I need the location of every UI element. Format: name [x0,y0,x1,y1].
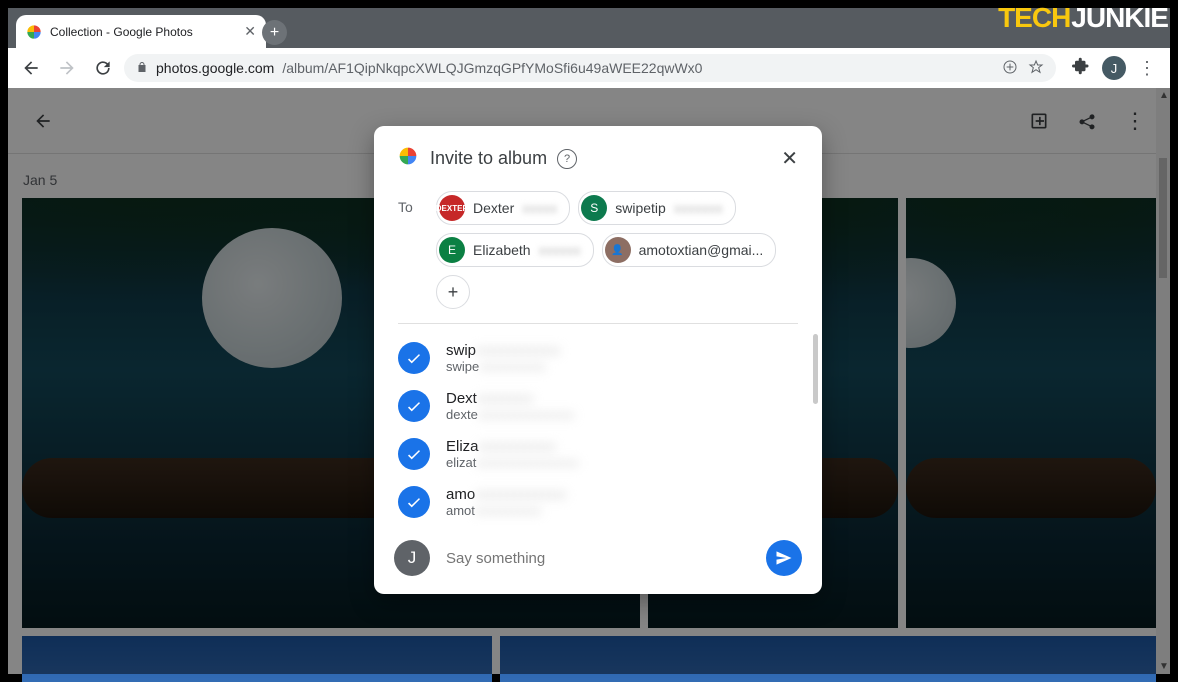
to-label: To [398,191,424,215]
url-path: /album/AF1QipNkqpcXWLQJGmzqGPfYMoSfi6u49… [282,60,702,76]
send-button[interactable] [766,540,802,576]
avatar-icon: S [581,195,607,221]
suggestion-item[interactable]: Dextxxxxxxxx dextexxxxxxxxxxxxxxxx [374,382,822,430]
chip-name: amotoxtian@gmai... [639,242,764,258]
tab-strip: Collection - Google Photos ✕ + [8,8,1170,48]
compose-avatar-initial: J [408,548,417,568]
nav-back-icon[interactable] [16,53,46,83]
browser-toolbar: photos.google.com/album/AF1QipNkqpcXWLQJ… [8,48,1170,89]
suggestion-name: swip [446,342,476,359]
brand-part1: TECH [998,2,1070,34]
suggestion-email: elizat [446,455,476,470]
chip-name: Elizabeth [473,242,531,258]
install-app-icon[interactable] [1002,59,1018,78]
chip-obscured: xxxxx [522,200,557,216]
suggestion-name: Eliza [446,438,479,455]
tab-close-icon[interactable]: ✕ [244,23,256,40]
suggestion-list[interactable]: swipxxxxxxxxxxxx swipexxxxxxxxxxx Dextxx… [374,330,822,526]
profile-avatar[interactable]: J [1102,56,1126,80]
suggestion-item[interactable]: Elizaxxxxxxxxxxx elizatxxxxxxxxxxxxxxxxx [374,430,822,478]
suggestion-email: swipe [446,359,479,374]
modal-header: Invite to album ? ✕ [374,126,822,179]
chip-obscured: xxxxxx [539,242,581,258]
tab-favicon [26,24,42,40]
divider [398,323,798,324]
nav-reload-icon[interactable] [88,53,118,83]
suggestion-email-blur: xxxxxxxxxxx [475,503,541,518]
tab-title: Collection - Google Photos [50,25,244,39]
chip-obscured: xxxxxxx [674,200,723,216]
recipient-chips: DEXTER Dexter xxxxx S swipetip xxxxxxx E… [436,191,798,309]
recipient-chip[interactable]: S swipetip xxxxxxx [578,191,736,225]
chip-name: Dexter [473,200,514,216]
lock-icon [136,61,148,76]
message-input[interactable] [444,549,752,568]
suggestion-email: dexte [446,407,478,422]
close-icon[interactable]: ✕ [781,146,798,171]
avatar-icon: DEXTER [439,195,465,221]
invite-modal: Invite to album ? ✕ To DEXTER Dexter xxx… [374,126,822,594]
avatar-icon: E [439,237,465,263]
recipient-chip[interactable]: E Elizabeth xxxxxx [436,233,594,267]
browser-tab[interactable]: Collection - Google Photos ✕ [16,15,266,48]
suggestion-name-blur: xxxxxxxx [477,390,533,407]
suggestion-email-blur: xxxxxxxxxxx [479,359,545,374]
selected-check-icon [398,438,430,470]
url-origin: photos.google.com [156,60,274,76]
brand-watermark: TECH JUNKIE [998,2,1168,34]
suggestion-email-blur: xxxxxxxxxxxxxxxx [478,407,574,422]
photos-logo-icon [398,146,418,171]
suggestion-scrollbar[interactable] [813,334,818,404]
suggestion-item[interactable]: amoxxxxxxxxxxxxx amotxxxxxxxxxxx [374,478,822,526]
suggestion-name-blur: xxxxxxxxxxx [479,438,556,455]
profile-initial: J [1111,61,1118,76]
nav-forward-icon [52,53,82,83]
modal-title: Invite to album [430,148,547,169]
suggestion-name: Dext [446,390,477,407]
selected-check-icon [398,390,430,422]
recipients-row: To DEXTER Dexter xxxxx S swipetip xxxxxx… [374,179,822,323]
suggestion-name-blur: xxxxxxxxxxxxx [475,486,566,503]
add-recipient-button[interactable]: + [436,275,470,309]
recipient-chip[interactable]: 👤 amotoxtian@gmai... [602,233,777,267]
suggestion-name: amo [446,486,475,503]
suggestion-email-blur: xxxxxxxxxxxxxxxxx [476,455,578,470]
selected-check-icon [398,342,430,374]
extensions-icon[interactable] [1072,57,1090,80]
new-tab-button[interactable]: + [262,20,287,45]
chip-name: swipetip [615,200,666,216]
compose-avatar: J [394,540,430,576]
browser-window: Collection - Google Photos ✕ + photos.go… [8,8,1170,674]
suggestion-item[interactable]: swipxxxxxxxxxxxx swipexxxxxxxxxxx [374,334,822,382]
bookmark-star-icon[interactable] [1028,59,1044,78]
compose-row: J [374,526,822,594]
recipient-chip[interactable]: DEXTER Dexter xxxxx [436,191,570,225]
brand-part2: JUNKIE [1071,2,1168,34]
address-bar[interactable]: photos.google.com/album/AF1QipNkqpcXWLQJ… [124,54,1056,82]
help-icon[interactable]: ? [557,149,577,169]
selected-check-icon [398,486,430,518]
suggestion-name-blur: xxxxxxxxxxxx [476,342,560,359]
avatar-icon: 👤 [605,237,631,263]
chrome-menu-icon[interactable]: ⋮ [1138,58,1156,79]
suggestion-email: amot [446,503,475,518]
